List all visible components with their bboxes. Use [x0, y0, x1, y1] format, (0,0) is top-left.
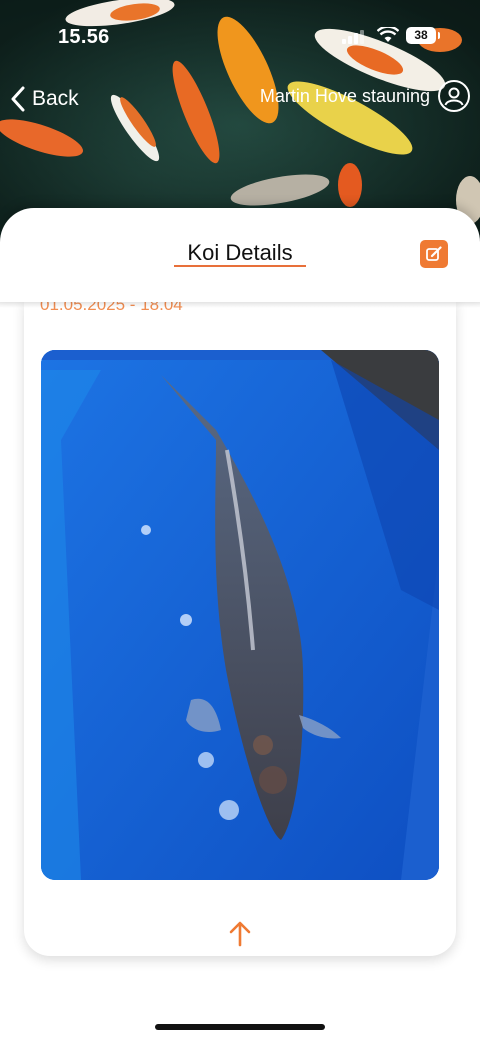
wifi-icon	[377, 27, 399, 42]
user-circle-icon	[438, 80, 470, 112]
back-label: Back	[32, 87, 79, 110]
koi-photo-image	[41, 350, 439, 880]
battery-indicator: 38	[406, 27, 440, 44]
title-underline	[174, 265, 306, 267]
user-name: Martin Hove stauning	[259, 85, 430, 106]
koi-card: 01.05.2025 - 18.04	[24, 300, 456, 956]
status-time: 15.56	[58, 26, 110, 48]
header-divider	[0, 302, 480, 308]
back-button[interactable]: Back	[10, 84, 79, 114]
koi-photo[interactable]	[41, 350, 439, 880]
edit-icon	[426, 246, 442, 261]
status-bar: 15.56 38	[0, 0, 480, 60]
cellular-signal-icon	[342, 30, 364, 44]
chevron-left-icon	[11, 86, 25, 112]
page-title: Koi Details	[187, 240, 293, 265]
arrow-up-icon	[229, 921, 251, 947]
edit-button[interactable]	[420, 240, 448, 268]
home-indicator[interactable]	[155, 1024, 325, 1030]
scroll-up-button[interactable]	[224, 918, 256, 950]
details-sheet: Koi Details	[0, 208, 480, 302]
user-profile-button[interactable]: Martin Hove stauning	[260, 80, 470, 112]
